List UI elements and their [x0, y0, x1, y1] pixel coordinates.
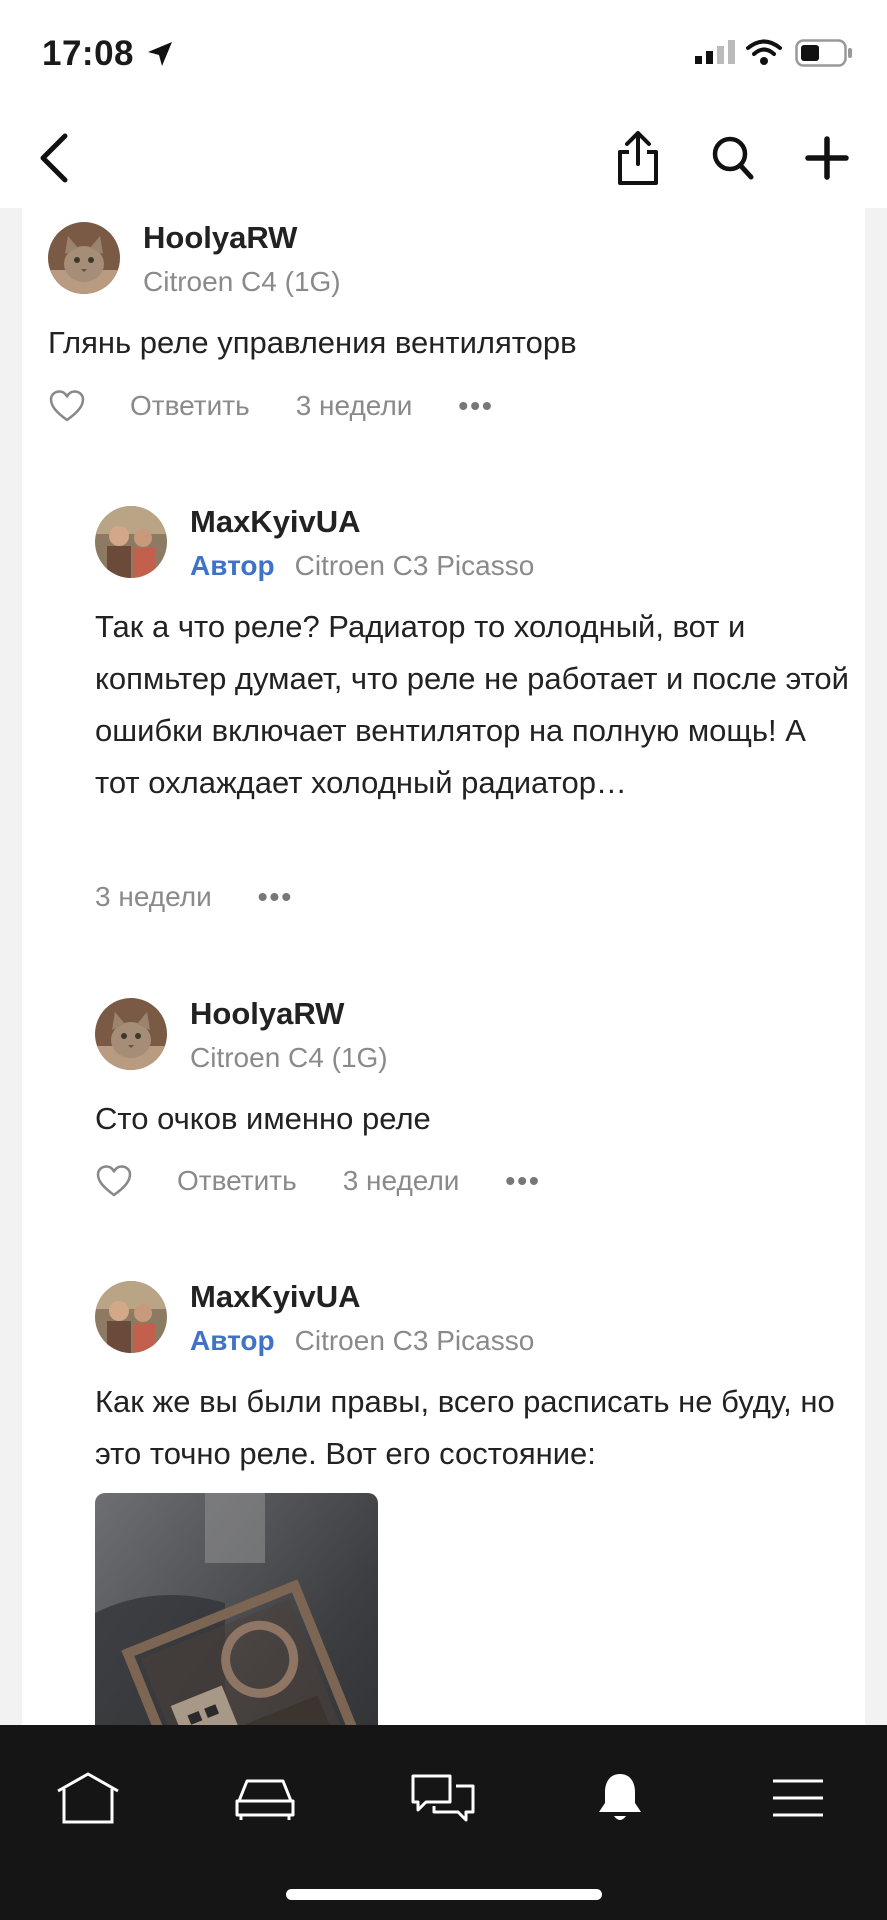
heart-icon[interactable] [48, 389, 86, 423]
home-icon [57, 1772, 119, 1824]
comment-car[interactable]: Citroen C3 Picasso [295, 550, 535, 581]
comment-username[interactable]: MaxKyivUA [190, 1279, 361, 1315]
navigation-bar [0, 110, 887, 208]
car-icon [235, 1779, 295, 1820]
tab-home[interactable] [48, 1763, 128, 1833]
add-button[interactable] [797, 128, 857, 188]
comment-meta: Автор Citroen C3 Picasso [190, 1325, 534, 1357]
avatar[interactable] [95, 1281, 167, 1353]
reply-button[interactable]: Ответить [130, 390, 250, 422]
share-icon [618, 131, 658, 185]
tab-garage[interactable] [225, 1763, 305, 1833]
more-options-icon[interactable]: ••• [458, 390, 493, 422]
avatar[interactable] [48, 222, 120, 294]
chevron-left-icon [40, 133, 68, 183]
comment-text: Так а что реле? Радиатор то холодный, во… [95, 609, 849, 800]
wifi-icon [746, 39, 782, 65]
location-arrow-icon [148, 42, 172, 66]
cellular-signal-icon [695, 40, 735, 64]
comment-text: Как же вы были правы, всего расписать не… [95, 1384, 835, 1471]
comment-actions: Ответить 3 недели ••• [48, 389, 494, 423]
battery-icon [795, 39, 852, 67]
comment-actions: 3 недели ••• [95, 881, 293, 913]
cat-avatar-icon [95, 998, 167, 1070]
relay-photo-image [95, 1493, 378, 1728]
comment-username[interactable]: HoolyaRW [143, 220, 297, 256]
search-icon [712, 136, 754, 180]
heart-icon[interactable] [95, 1164, 133, 1198]
comment-car[interactable]: Citroen C4 (1G) [143, 266, 341, 298]
people-avatar-icon [95, 506, 167, 578]
back-button[interactable] [24, 128, 84, 188]
comments-thread: HoolyaRW Citroen C4 (1G) Глянь реле упра… [22, 208, 865, 1728]
status-bar: 17:08 [0, 0, 887, 110]
chat-bubbles-icon [411, 1774, 475, 1822]
comment-car[interactable]: Citroen C4 (1G) [190, 1042, 388, 1074]
comment-text: Глянь реле управления вентиляторв [48, 325, 577, 360]
author-badge: Автор [190, 1325, 275, 1356]
bell-icon [599, 1774, 641, 1820]
attached-photo[interactable] [95, 1493, 378, 1728]
author-badge: Автор [190, 550, 275, 581]
reply-button[interactable]: Ответить [177, 1165, 297, 1197]
share-button[interactable] [608, 128, 668, 188]
comment-meta: Автор Citroen C3 Picasso [190, 550, 534, 582]
more-options-icon[interactable]: ••• [258, 881, 293, 913]
avatar[interactable] [95, 998, 167, 1070]
plus-icon [805, 136, 849, 180]
comment-time[interactable]: 3 недели [343, 1165, 460, 1197]
people-avatar-icon [95, 1281, 167, 1353]
comment-time[interactable]: 3 недели [296, 390, 413, 422]
home-indicator[interactable] [286, 1889, 602, 1900]
tab-notifications[interactable] [580, 1763, 660, 1833]
avatar[interactable] [95, 506, 167, 578]
comment-time[interactable]: 3 недели [95, 881, 212, 913]
comment-actions: Ответить 3 недели ••• [95, 1164, 541, 1198]
tab-menu[interactable] [758, 1763, 838, 1833]
cat-avatar-icon [48, 222, 120, 294]
tab-messages[interactable] [403, 1763, 483, 1833]
search-button[interactable] [703, 128, 763, 188]
status-time: 17:08 [42, 34, 135, 73]
comment-username[interactable]: HoolyaRW [190, 996, 344, 1032]
comment-text: Сто очков именно реле [95, 1101, 431, 1136]
hamburger-menu-icon [773, 1779, 823, 1817]
comment-username[interactable]: MaxKyivUA [190, 504, 361, 540]
comment-car[interactable]: Citroen C3 Picasso [295, 1325, 535, 1356]
more-options-icon[interactable]: ••• [505, 1165, 540, 1197]
